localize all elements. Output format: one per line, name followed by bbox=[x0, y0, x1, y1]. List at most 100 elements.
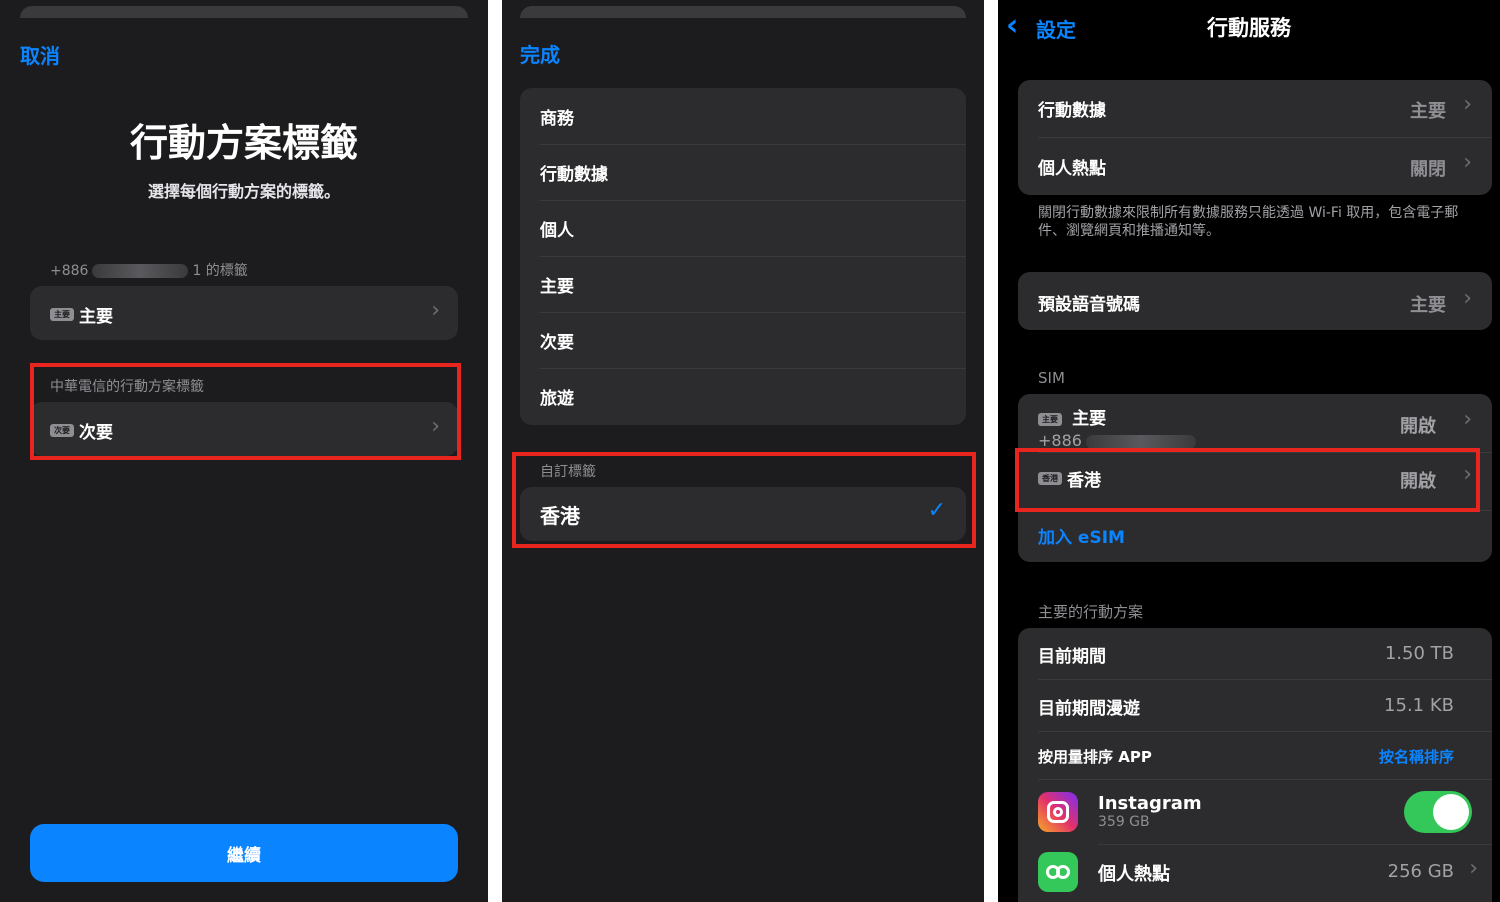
default-voice-value: 主要 bbox=[1410, 295, 1446, 316]
option-label: 主要 bbox=[540, 277, 574, 297]
app-row-instagram: Instagram 359 GB bbox=[1098, 793, 1202, 830]
default-voice-row[interactable]: 預設語音號碼 主要 › bbox=[1018, 272, 1492, 330]
divider bbox=[540, 368, 966, 369]
page-title: 行動服務 bbox=[1207, 16, 1291, 40]
add-esim-button[interactable]: 加入 eSIM bbox=[1018, 523, 1492, 548]
divider bbox=[1038, 510, 1492, 511]
label-setup-panel: 取消 行動方案標籤 選擇每個行動方案的標籤。 +886 1 的標籤 主要 主要 ›… bbox=[0, 0, 488, 902]
plan-section-label: 主要的行動方案 bbox=[1038, 603, 1144, 621]
option-label: 行動數據 bbox=[540, 165, 608, 185]
sim1-row[interactable]: 主要 主要 +886 bbox=[1038, 404, 1200, 450]
line1-section-label: +886 1 的標籤 bbox=[50, 260, 248, 280]
cancel-button[interactable]: 取消 bbox=[20, 40, 60, 69]
divider bbox=[1098, 844, 1492, 845]
checkmark-icon: ✓ bbox=[927, 498, 946, 523]
custom-label-value: 香港 bbox=[540, 504, 580, 528]
line1-row-content: 主要 主要 bbox=[30, 302, 458, 327]
line2-label-row[interactable]: 次要 次要 › bbox=[30, 402, 458, 456]
divider bbox=[1038, 679, 1492, 680]
sim1-number: +886 bbox=[1038, 431, 1200, 450]
roaming-value: 15.1 KB bbox=[1384, 695, 1454, 716]
sim2-status: 開啟 bbox=[1400, 471, 1436, 492]
sim-section-label: SIM bbox=[1038, 369, 1065, 387]
hotspot-app-usage: 256 GB bbox=[1387, 861, 1454, 882]
cellular-data-label: 行動數據 bbox=[1038, 101, 1106, 121]
chevron-right-icon: › bbox=[1463, 407, 1472, 432]
divider bbox=[540, 256, 966, 257]
redacted-number bbox=[1085, 434, 1196, 449]
cellular-data-group: 行動數據 主要 › 個人熱點 關閉 › bbox=[1018, 80, 1492, 195]
chevron-right-icon: › bbox=[1463, 462, 1472, 487]
instagram-toggle[interactable] bbox=[1404, 791, 1472, 833]
option-label: 次要 bbox=[540, 333, 574, 353]
chevron-right-icon: › bbox=[431, 414, 440, 439]
custom-label-content: 香港 bbox=[520, 500, 966, 529]
option-travel[interactable]: 旅遊 bbox=[520, 384, 966, 409]
chevron-right-icon: › bbox=[1463, 286, 1472, 311]
line1-label-value: 主要 bbox=[79, 307, 113, 327]
line2-label-value: 次要 bbox=[79, 423, 113, 443]
line2-row-content: 次要 次要 bbox=[30, 418, 458, 443]
label-options-list: 商務 行動數據 個人 主要 次要 旅遊 bbox=[520, 88, 966, 425]
app-name: Instagram bbox=[1098, 793, 1202, 814]
divider bbox=[1038, 137, 1492, 138]
carrier-section-label: 中華電信的行動方案標籤 bbox=[50, 379, 204, 395]
chevron-right-icon: › bbox=[1463, 92, 1472, 117]
cellular-data-description: 關閉行動數據來限制所有數據服務只能透過 Wi-Fi 取用，包含電子郵件、瀏覽網頁… bbox=[1038, 205, 1459, 239]
cellular-data-value: 主要 bbox=[1410, 101, 1446, 122]
hotspot-value: 關閉 bbox=[1410, 159, 1446, 180]
chevron-right-icon: › bbox=[431, 298, 440, 323]
hotspot-label: 個人熱點 bbox=[1038, 159, 1106, 179]
roaming-label: 目前期間漫遊 bbox=[1038, 699, 1140, 719]
default-voice-label: 預設語音號碼 bbox=[1038, 295, 1140, 315]
divider bbox=[540, 312, 966, 313]
option-cellular-data[interactable]: 行動數據 bbox=[520, 160, 966, 185]
custom-label-row[interactable]: 香港 ✓ bbox=[520, 487, 966, 541]
plan-usage-group: 目前期間 1.50 TB 目前期間漫遊 15.1 KB 按用量排序 APP 按名… bbox=[1018, 628, 1492, 902]
label-picker-panel: 完成 商務 行動數據 個人 主要 次要 旅遊 自訂標籤 香港 ✓ bbox=[502, 0, 984, 902]
current-period-label: 目前期間 bbox=[1038, 647, 1106, 667]
continue-button[interactable]: 繼續 bbox=[30, 824, 458, 882]
app-name: 個人熱點 bbox=[1098, 864, 1170, 885]
redacted-number bbox=[92, 264, 189, 278]
divider bbox=[1038, 779, 1492, 780]
chevron-right-icon: › bbox=[1469, 856, 1478, 881]
current-period-value: 1.50 TB bbox=[1384, 643, 1454, 664]
option-secondary[interactable]: 次要 bbox=[520, 328, 966, 353]
app-usage: 359 GB bbox=[1098, 814, 1150, 830]
sort-by-name-link[interactable]: 按名稱排序 bbox=[1379, 746, 1454, 767]
option-label: 旅遊 bbox=[540, 389, 574, 409]
page-subtitle: 選擇每個行動方案的標籤。 bbox=[147, 182, 340, 201]
line1-prefix: +886 bbox=[50, 263, 89, 279]
option-label: 個人 bbox=[540, 221, 574, 241]
done-button[interactable]: 完成 bbox=[520, 39, 560, 68]
sim-tag-icon: 主要 bbox=[1038, 413, 1062, 426]
divider bbox=[540, 144, 966, 145]
toggle-knob bbox=[1433, 794, 1469, 830]
chevron-right-icon: › bbox=[1463, 150, 1472, 175]
instagram-icon bbox=[1038, 792, 1078, 832]
sim1-number-prefix: +886 bbox=[1038, 431, 1082, 450]
line1-suffix: 1 的標籤 bbox=[192, 263, 248, 279]
line1-label-row[interactable]: 主要 主要 › bbox=[30, 286, 458, 340]
option-label: 商務 bbox=[540, 109, 574, 129]
add-esim-label: 加入 eSIM bbox=[1038, 528, 1125, 548]
sort-label: 按用量排序 APP bbox=[1038, 748, 1152, 766]
divider bbox=[1038, 452, 1492, 453]
sim-tag-icon: 主要 bbox=[50, 308, 74, 321]
option-business[interactable]: 商務 bbox=[520, 104, 966, 129]
sim-group: 主要 主要 +886 開啟 › 香港 香港 開啟 › 加入 eSIM bbox=[1018, 394, 1492, 562]
divider bbox=[1038, 731, 1492, 732]
sim1-status: 開啟 bbox=[1400, 416, 1436, 437]
page-title: 行動方案標籤 bbox=[129, 121, 358, 165]
option-primary[interactable]: 主要 bbox=[520, 272, 966, 297]
sheet-edge bbox=[520, 6, 966, 18]
sim2-name: 香港 bbox=[1067, 471, 1101, 491]
sim-tag-icon: 香港 bbox=[1038, 472, 1062, 485]
option-personal[interactable]: 個人 bbox=[520, 216, 966, 241]
divider bbox=[540, 200, 966, 201]
cellular-settings-panel: ‹ 設定 行動服務 行動數據 主要 › 個人熱點 關閉 › 關閉行動數據來限制所… bbox=[998, 0, 1500, 902]
custom-label-section: 自訂標籤 bbox=[540, 464, 596, 480]
sim-tag-icon: 次要 bbox=[50, 424, 74, 437]
sim1-name: 主要 bbox=[1072, 409, 1107, 429]
